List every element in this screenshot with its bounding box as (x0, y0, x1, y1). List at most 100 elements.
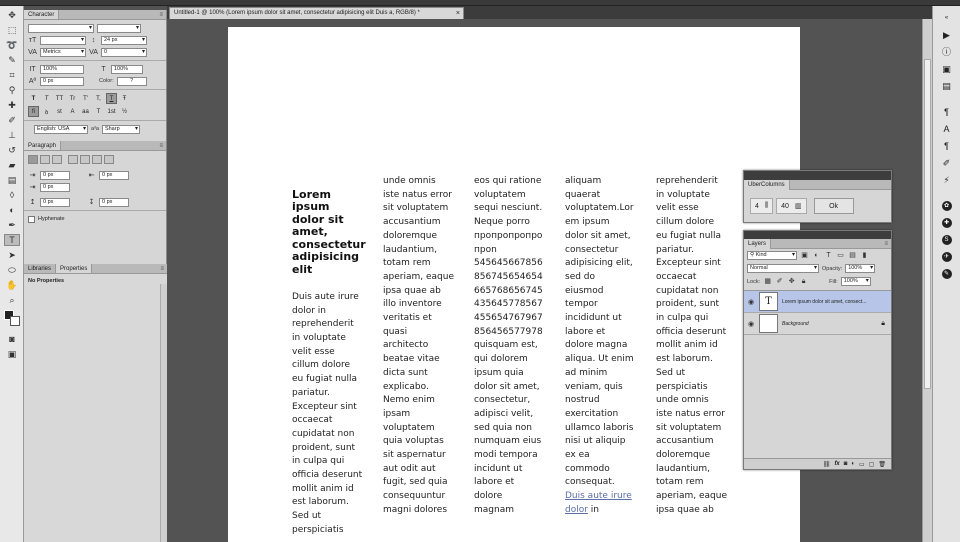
tab-paragraph[interactable]: Paragraph (24, 141, 62, 150)
align-center-icon[interactable] (40, 155, 50, 164)
filter-type-icon[interactable]: T (824, 252, 833, 259)
space-before-field[interactable]: 0 px (40, 197, 70, 207)
layer-filter-select[interactable]: ⚲ Kind (747, 251, 797, 260)
layer-name[interactable]: Background (782, 321, 882, 327)
filter-pixel-icon[interactable]: ▣ (800, 252, 809, 259)
indent-left-field[interactable]: 0 px (40, 170, 70, 180)
tab-character[interactable]: Character (24, 10, 60, 19)
fill-field[interactable]: 100% (840, 277, 871, 286)
zoom-tool-icon[interactable]: ⌕ (4, 294, 20, 306)
gradient-tool-icon[interactable]: ▤ (4, 174, 20, 186)
document-page[interactable]: Lorem ipsum dolor sit amet, consectetur … (228, 27, 800, 542)
shape-tool-icon[interactable]: ⬭ (4, 264, 20, 276)
info-icon[interactable]: ⓘ (942, 47, 952, 57)
plugin-icon-2[interactable]: ✚ (941, 218, 952, 228)
font-style-select[interactable] (97, 23, 141, 33)
visibility-eye-icon[interactable]: ◉ (747, 298, 755, 306)
layer-name[interactable]: Lorem ipsum dolor sit amet, consect... (782, 299, 882, 305)
align-left-icon[interactable] (28, 155, 38, 164)
lasso-tool-icon[interactable]: ➰ (4, 39, 20, 51)
space-after-field[interactable]: 0 px (99, 197, 129, 207)
filter-toggle-icon[interactable]: ▮ (860, 252, 869, 259)
fractions-button[interactable]: ½ (119, 106, 130, 117)
justify-all-icon[interactable] (104, 155, 114, 164)
justify-center-icon[interactable] (80, 155, 90, 164)
plugin-icon-3[interactable]: S (941, 235, 952, 245)
paragraph-menu-icon[interactable]: ≡ (159, 142, 163, 150)
adjustment-icon[interactable]: ◐ (851, 461, 855, 467)
background-color-swatch[interactable] (10, 316, 20, 326)
tab-uber-columns[interactable]: UberColumns (744, 180, 790, 190)
paragraph-styles-icon[interactable]: ¶ (942, 141, 952, 151)
superscript-button[interactable]: T' (80, 93, 91, 104)
eyedropper-tool-icon[interactable]: ⚲ (4, 84, 20, 96)
quick-select-tool-icon[interactable]: ✎ (4, 54, 20, 66)
antialias-select[interactable]: Sharp (101, 124, 140, 134)
tab-layers[interactable]: Layers (744, 239, 772, 249)
titling-alternates-button[interactable]: aa (80, 106, 91, 117)
indent-right-field[interactable]: 0 px (99, 170, 129, 180)
language-select[interactable]: English: USA (34, 124, 88, 134)
brush-presets-icon[interactable]: ✐ (942, 158, 952, 168)
small-caps-button[interactable]: Tr (67, 93, 78, 104)
pen-tool-icon[interactable]: ✒ (4, 219, 20, 231)
tab-libraries[interactable]: Libraries (24, 264, 57, 273)
baseline-shift-field[interactable]: 0 px (40, 76, 84, 86)
filter-shape-icon[interactable]: ▭ (836, 252, 845, 259)
link-duis-aute-irure[interactable]: Duis aute irure (565, 491, 632, 501)
columns-count-value[interactable]: 4 (755, 203, 759, 210)
healing-tool-icon[interactable]: ✚ (4, 99, 20, 111)
marquee-tool-icon[interactable]: ⬚ (4, 24, 20, 36)
layers-titlebar[interactable] (744, 231, 891, 239)
new-layer-icon[interactable]: ▢ (869, 461, 875, 468)
character-styles-icon[interactable]: A (942, 124, 952, 134)
uber-columns-titlebar[interactable] (744, 171, 891, 180)
plugin-icon-5[interactable]: ✎ (941, 269, 952, 279)
plugin-icon-1[interactable]: ✿ (941, 201, 952, 211)
ligatures-button[interactable]: fi (28, 106, 39, 117)
trash-icon[interactable]: 🗑︎ (878, 461, 886, 468)
text-column-3[interactable]: eos qui ratione voluptatem sequi nesciun… (474, 175, 558, 518)
ordinals-button[interactable]: 1st (106, 106, 117, 117)
history-brush-tool-icon[interactable]: ↺ (4, 144, 20, 156)
panel-menu-icon[interactable]: ≡ (159, 11, 163, 19)
text-color-swatch[interactable]: ? (116, 76, 147, 86)
align-right-icon[interactable] (52, 155, 62, 164)
hyphenate-checkbox[interactable] (28, 215, 35, 223)
blend-mode-select[interactable]: Normal (747, 264, 819, 273)
tracking-select[interactable]: 0 (101, 47, 147, 57)
text-column-2[interactable]: unde omnis iste natus error sit voluptat… (383, 175, 467, 518)
mask-icon[interactable]: ◙ (844, 461, 848, 467)
ok-button[interactable]: Ok (813, 198, 854, 214)
clone-source-icon[interactable]: ⚡ (942, 175, 952, 185)
crop-tool-icon[interactable]: ⌗ (4, 69, 20, 81)
gutter-value[interactable]: 40 (781, 203, 789, 210)
type-tool-icon[interactable]: T (4, 234, 20, 246)
play-icon[interactable]: ▶ (942, 30, 952, 40)
swash-button[interactable]: T (93, 106, 104, 117)
blur-tool-icon[interactable]: ◊ (4, 189, 20, 201)
filter-smart-object-icon[interactable]: ▤ (848, 252, 857, 259)
strikethrough-button[interactable]: Ŧ (119, 93, 130, 104)
document-tab[interactable]: Untitled-1 @ 100% (Lorem ipsum dolor sit… (169, 7, 464, 19)
justify-right-icon[interactable] (92, 155, 102, 164)
color-swatches[interactable] (0, 310, 23, 330)
glyph-icon[interactable]: ¶ (942, 107, 952, 117)
stylistic-alternates-button[interactable]: A (67, 106, 78, 117)
old-style-button[interactable]: ꝺ (41, 106, 52, 117)
move-tool-icon[interactable]: ✥ (4, 9, 20, 21)
layer-comps-icon[interactable]: ▣ (942, 64, 952, 74)
text-column-4[interactable]: aliquam quaerat voluptatem.Lor em ipsum … (565, 175, 649, 518)
foreground-color-swatch[interactable] (4, 310, 20, 326)
lock-transparent-icon[interactable]: ▦ (763, 278, 772, 285)
properties-scrollbar[interactable] (160, 284, 167, 542)
screen-mode-icon[interactable]: ▣ (4, 348, 20, 360)
layer-row-background[interactable]: ◉ Background 🔒︎ (744, 313, 891, 335)
folder-icon[interactable]: ▭ (859, 461, 865, 468)
link-icon[interactable]: ⛓ (823, 461, 831, 468)
canvas-scrollbar[interactable] (922, 19, 932, 542)
font-family-select[interactable] (28, 23, 94, 33)
link-dolor[interactable]: dolor (565, 505, 588, 515)
gutter-box[interactable]: 40 ▥ (776, 198, 807, 214)
tab-properties[interactable]: Properties (56, 264, 93, 273)
